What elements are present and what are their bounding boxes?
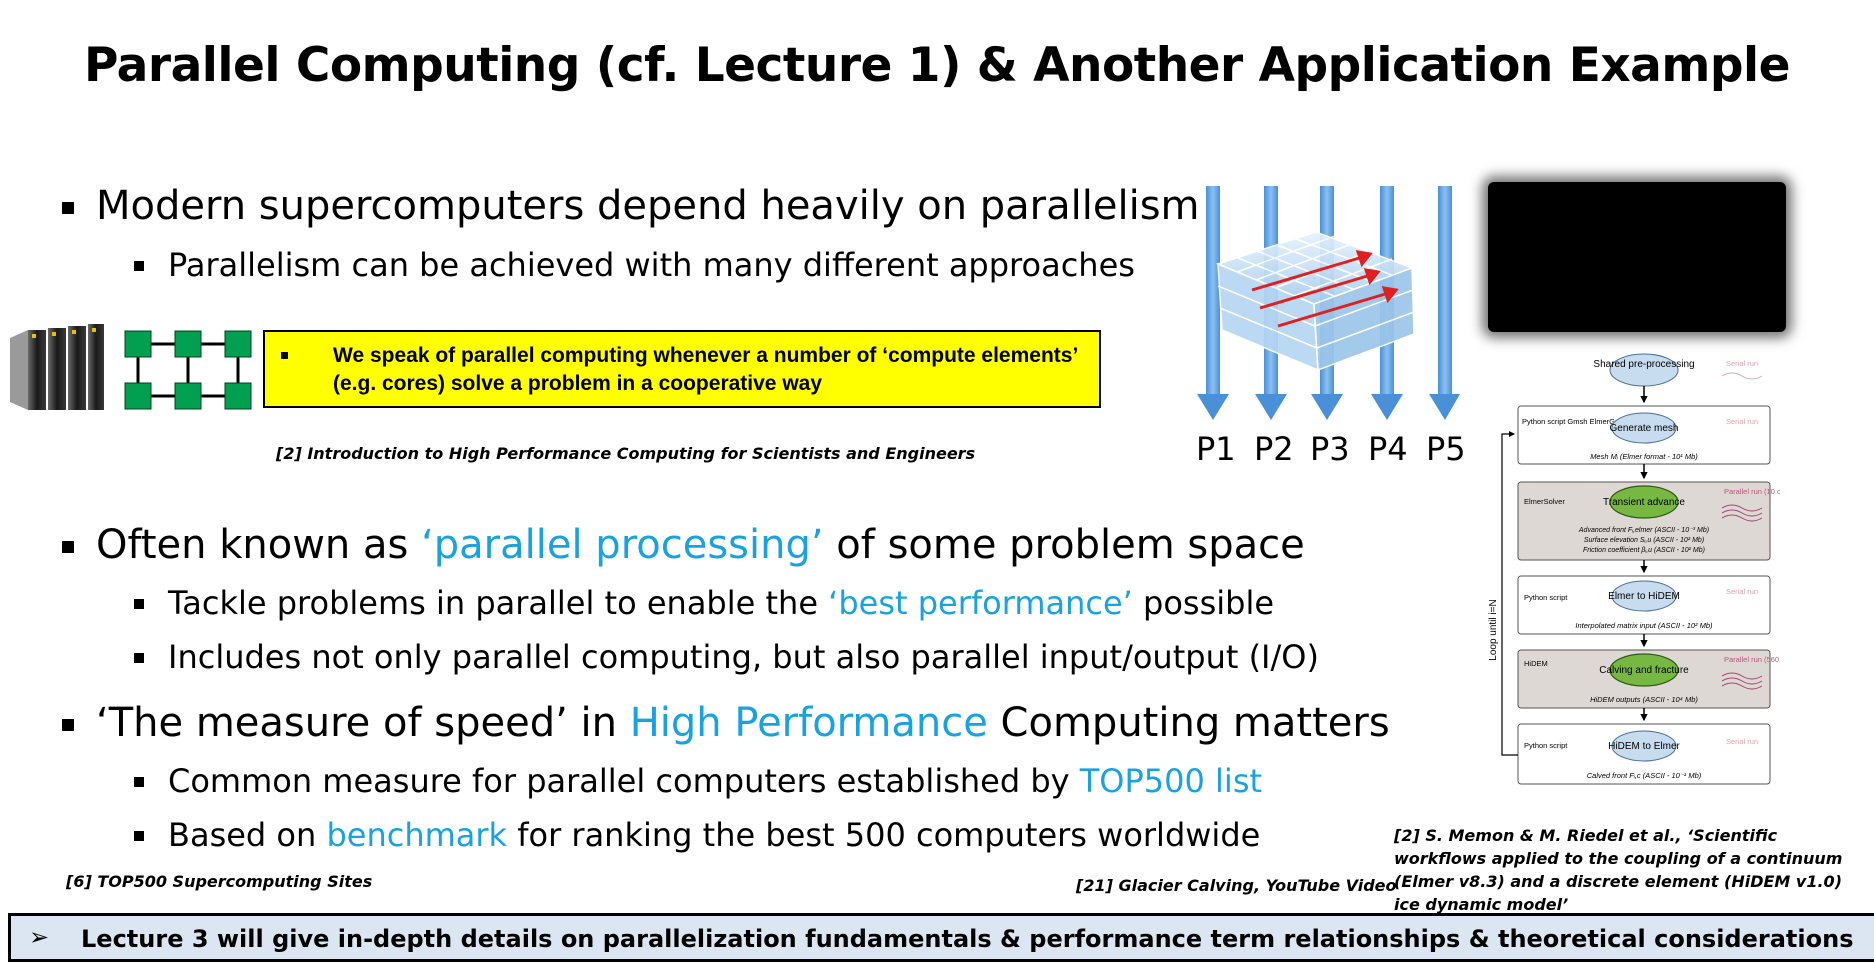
subbullet-tackle-problems: Tackle problems in parallel to enable th… — [134, 584, 1274, 622]
bullet-marker — [62, 202, 74, 214]
highlight-high-performance: High Performance — [629, 700, 988, 746]
workflow-step3-output: Interpolated matrix input (ASCII - 10² M… — [1575, 621, 1713, 630]
bullet-marker — [134, 777, 144, 787]
workflow-step1-node: Generate mesh — [1610, 423, 1679, 434]
arrow-bullet-icon: ➢ — [29, 923, 50, 951]
network-topology-icon — [124, 330, 252, 410]
bullet-text: Often known as ‘parallel processing’ of … — [96, 522, 1305, 568]
processor-label-4: P4 — [1368, 430, 1408, 468]
bullet-text: Parallelism can be achieved with many di… — [168, 246, 1135, 284]
workflow-step1-tool: Python script Gmsh ElmerGrid — [1522, 417, 1623, 426]
bottom-note-text: Lecture 3 will give in-depth details on … — [81, 925, 1854, 953]
reference-intro-hpc: [2] Introduction to High Performance Com… — [276, 444, 976, 463]
workflow-step2-tool: ElmerSolver — [1524, 497, 1565, 506]
workflow-step5-tool: Python script — [1524, 741, 1568, 750]
definition-text: We speak of parallel computing whenever … — [333, 344, 1078, 395]
bottom-note-bar: ➢ Lecture 3 will give in-depth details o… — [8, 913, 1874, 962]
workflow-step2-output-2: Surface elevation Sᵢ,u (ASCII - 10² Mb) — [1584, 537, 1704, 544]
bullet-marker — [62, 719, 74, 731]
bullet-marker — [134, 261, 144, 271]
workflow-step2-node: Transient advance — [1603, 497, 1685, 508]
workflow-serial-run-1: Serial run — [1726, 359, 1758, 368]
page-title: Parallel Computing (cf. Lecture 1) & Ano… — [84, 38, 1791, 93]
workflow-parallel-run-560: Parallel run (560 cores) — [1724, 655, 1780, 664]
workflow-loop-label: Loop until i=N — [1488, 599, 1499, 660]
processor-label-1: P1 — [1196, 430, 1236, 468]
bullet-text: Common measure for parallel computers es… — [168, 762, 1263, 800]
highlight-best-performance: ‘best performance’ — [828, 584, 1133, 622]
reference-top500: [6] TOP500 Supercomputing Sites — [66, 872, 373, 891]
reference-memon-riedel: [2] S. Memon & M. Riedel et al., ‘Scient… — [1394, 826, 1843, 914]
supercomputer-rack-icon — [10, 324, 104, 410]
workflow-step4-tool: HiDEM — [1524, 659, 1548, 668]
workflow-step4-output: HiDEM outputs (ASCII - 10⁴ Mb) — [1590, 695, 1698, 704]
workflow-step5-node: HiDEM to Elmer — [1608, 741, 1680, 752]
processor-label-5: P5 — [1426, 430, 1466, 468]
workflow-step4-node: Calving and fracture — [1599, 665, 1689, 676]
workflow-serial-run-3: Serial run — [1726, 587, 1758, 596]
workflow-step5-output: Calved front Fᵢ,c (ASCII - 10⁻¹ Mb) — [1587, 771, 1702, 780]
workflow-shared-label: Shared pre-processing — [1593, 359, 1694, 370]
workflow-step3-tool: Python script — [1524, 593, 1568, 602]
subbullet-benchmark: Based on benchmark for ranking the best … — [134, 816, 1260, 854]
bullet-marker — [281, 352, 288, 359]
glacier-calving-video[interactable] — [1488, 182, 1786, 332]
processor-label-2: P2 — [1254, 430, 1294, 468]
definition-box: We speak of parallel computing whenever … — [263, 330, 1101, 408]
bullet-text: ‘The measure of speed’ in High Performan… — [96, 700, 1390, 746]
bullet-marker — [134, 831, 144, 841]
workflow-serial-run-4: Serial run — [1726, 737, 1758, 746]
workflow-diagram: Shared pre-processing Serial run Python … — [1488, 353, 1780, 785]
subbullet-parallel-io: Includes not only parallel computing, bu… — [134, 638, 1319, 676]
workflow-step1-output: Mesh Mᵢ (Elmer format - 10¹ Mb) — [1590, 452, 1698, 461]
highlight-parallel-processing: ‘parallel processing’ — [421, 522, 824, 568]
bullet-measure-speed: ‘The measure of speed’ in High Performan… — [62, 700, 1390, 746]
benchmark-link[interactable]: benchmark — [326, 816, 507, 854]
workflow-parallel-run-10: Parallel run (10 cores) — [1724, 487, 1780, 496]
bullet-marker — [134, 653, 144, 663]
bullet-marker — [134, 599, 144, 609]
workflow-serial-run-2: Serial run — [1726, 417, 1758, 426]
top500-link[interactable]: TOP500 list — [1080, 762, 1262, 800]
bullet-marker — [62, 541, 74, 553]
processor-label-3: P3 — [1310, 430, 1350, 468]
bullet-supercomputers: Modern supercomputers depend heavily on … — [62, 183, 1200, 229]
bullet-text: Modern supercomputers depend heavily on … — [96, 183, 1200, 229]
workflow-step3-node: Elmer to HiDEM — [1608, 591, 1680, 602]
reference-glacier-calving: [21] Glacier Calving, YouTube Video — [1076, 876, 1397, 895]
workflow-step2-output-1: Advanced front Fᵢ,elmer (ASCII - 10⁻³ Mb… — [1578, 527, 1709, 534]
subbullet-parallelism: Parallelism can be achieved with many di… — [134, 246, 1135, 284]
bullet-text: Includes not only parallel computing, bu… — [168, 638, 1319, 676]
parallel-processors-illustration — [1197, 186, 1460, 420]
bullet-parallel-processing: Often known as ‘parallel processing’ of … — [62, 522, 1305, 568]
bullet-text: Tackle problems in parallel to enable th… — [168, 584, 1275, 622]
subbullet-top500: Common measure for parallel computers es… — [134, 762, 1262, 800]
workflow-step2-output-3: Friction coefficient βᵢ,u (ASCII - 10² M… — [1583, 547, 1705, 554]
bullet-text: Based on benchmark for ranking the best … — [168, 816, 1261, 854]
